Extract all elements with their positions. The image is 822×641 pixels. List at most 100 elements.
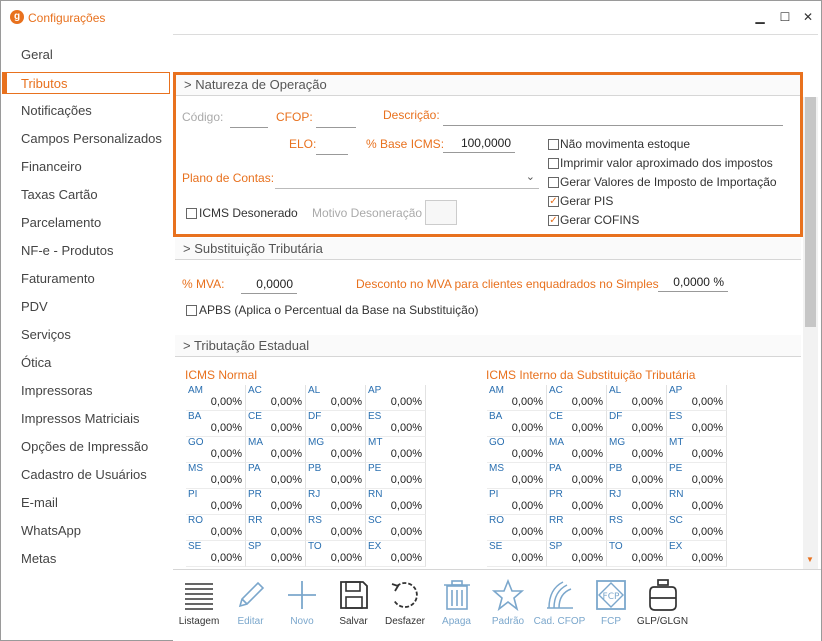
- sidebar-item-faturamento[interactable]: Faturamento: [1, 268, 169, 290]
- option-checkbox-1[interactable]: [548, 158, 559, 169]
- sidebar-item-tributos[interactable]: Tributos: [2, 72, 170, 94]
- option-checkbox-4[interactable]: ✓: [548, 215, 559, 226]
- icms-cell-ma[interactable]: MA 0,00%: [246, 437, 306, 463]
- mva-input[interactable]: 0,0000: [241, 276, 297, 294]
- icms-cell-ms[interactable]: MS 0,00%: [487, 463, 547, 489]
- icms-cell-ba[interactable]: BA 0,00%: [186, 411, 246, 437]
- icms-cell-es[interactable]: ES 0,00%: [667, 411, 727, 437]
- sidebar-item-otica[interactable]: Ótica: [1, 352, 169, 374]
- icms-cell-df[interactable]: DF 0,00%: [607, 411, 667, 437]
- icms-cell-ro[interactable]: RO 0,00%: [186, 515, 246, 541]
- sidebar-item-campos-personalizados[interactable]: Campos Personalizados: [1, 128, 169, 150]
- plano-contas-select[interactable]: ⌄: [275, 167, 539, 189]
- icms-cell-rr[interactable]: RR 0,00%: [547, 515, 607, 541]
- minimize-button[interactable]: ▁: [751, 8, 769, 26]
- substituicao-section-header[interactable]: > Substituição Tributária: [175, 238, 801, 260]
- icms-cell-al[interactable]: AL 0,00%: [306, 385, 366, 411]
- icms-cell-rs[interactable]: RS 0,00%: [607, 515, 667, 541]
- icms-cell-pb[interactable]: PB 0,00%: [607, 463, 667, 489]
- editar-button[interactable]: Editar: [225, 574, 277, 636]
- icms-cell-sc[interactable]: SC 0,00%: [667, 515, 727, 541]
- icms-cell-se[interactable]: SE 0,00%: [487, 541, 547, 567]
- icms-cell-rn[interactable]: RN 0,00%: [366, 489, 426, 515]
- novo-button[interactable]: Novo: [276, 574, 328, 636]
- elo-input[interactable]: [316, 137, 348, 155]
- padr-o-button[interactable]: Padrão: [482, 574, 534, 636]
- icms-cell-al[interactable]: AL 0,00%: [607, 385, 667, 411]
- sidebar-item-notificacoes[interactable]: Notificações: [1, 100, 169, 122]
- icms-cell-pi[interactable]: PI 0,00%: [487, 489, 547, 515]
- icms-cell-mg[interactable]: MG 0,00%: [306, 437, 366, 463]
- icms-cell-sc[interactable]: SC 0,00%: [366, 515, 426, 541]
- icms-cell-rn[interactable]: RN 0,00%: [667, 489, 727, 515]
- icms-cell-ba[interactable]: BA 0,00%: [487, 411, 547, 437]
- icms-cell-df[interactable]: DF 0,00%: [306, 411, 366, 437]
- sidebar-item-opcoes-de-impressao[interactable]: Opções de Impressão: [1, 436, 169, 458]
- icms-cell-pa[interactable]: PA 0,00%: [547, 463, 607, 489]
- icms-cell-to[interactable]: TO 0,00%: [306, 541, 366, 567]
- icms-cell-sp[interactable]: SP 0,00%: [547, 541, 607, 567]
- base-icms-input[interactable]: 100,0000: [443, 135, 515, 153]
- icms-cell-ce[interactable]: CE 0,00%: [547, 411, 607, 437]
- listagem-button[interactable]: Listagem: [173, 574, 225, 636]
- icms-cell-pb[interactable]: PB 0,00%: [306, 463, 366, 489]
- icms-cell-mg[interactable]: MG 0,00%: [607, 437, 667, 463]
- icms-cell-ac[interactable]: AC 0,00%: [246, 385, 306, 411]
- option-checkbox-0[interactable]: [548, 139, 559, 150]
- apbs-checkbox[interactable]: [186, 305, 197, 316]
- icms-cell-ap[interactable]: AP 0,00%: [667, 385, 727, 411]
- icms-cell-es[interactable]: ES 0,00%: [366, 411, 426, 437]
- icms-cell-go[interactable]: GO 0,00%: [487, 437, 547, 463]
- icms-cell-sp[interactable]: SP 0,00%: [246, 541, 306, 567]
- scroll-down-arrow-icon[interactable]: ▼: [806, 555, 814, 564]
- codigo-input[interactable]: [230, 110, 268, 128]
- icms-cell-rr[interactable]: RR 0,00%: [246, 515, 306, 541]
- option-checkbox-2[interactable]: [548, 177, 559, 188]
- sidebar-item-pdv[interactable]: PDV: [1, 296, 169, 318]
- icms-cell-pe[interactable]: PE 0,00%: [667, 463, 727, 489]
- sidebar-item-metas[interactable]: Metas: [1, 548, 169, 570]
- salvar-button[interactable]: Salvar: [328, 574, 380, 636]
- motivo-desoneracao-input[interactable]: [425, 200, 457, 225]
- icms-cell-go[interactable]: GO 0,00%: [186, 437, 246, 463]
- cad-cfop-button[interactable]: Cad. CFOP: [534, 574, 586, 636]
- apaga-button[interactable]: Apaga: [431, 574, 483, 636]
- icms-desonerado-checkbox[interactable]: [186, 208, 197, 219]
- icms-cell-ro[interactable]: RO 0,00%: [487, 515, 547, 541]
- sidebar-item-financeiro[interactable]: Financeiro: [1, 156, 169, 178]
- sidebar-item-nf-e-produtos[interactable]: NF-e - Produtos: [1, 240, 169, 262]
- icms-cell-pe[interactable]: PE 0,00%: [366, 463, 426, 489]
- icms-cell-to[interactable]: TO 0,00%: [607, 541, 667, 567]
- desfazer-button[interactable]: Desfazer: [379, 574, 431, 636]
- sidebar-item-impressoras[interactable]: Impressoras: [1, 380, 169, 402]
- scrollbar-thumb[interactable]: [805, 97, 816, 327]
- sidebar-item-parcelamento[interactable]: Parcelamento: [1, 212, 169, 234]
- sidebar-item-cadastro-de-usuarios[interactable]: Cadastro de Usuários: [1, 464, 169, 486]
- icms-cell-pa[interactable]: PA 0,00%: [246, 463, 306, 489]
- icms-cell-ms[interactable]: MS 0,00%: [186, 463, 246, 489]
- icms-cell-mt[interactable]: MT 0,00%: [667, 437, 727, 463]
- icms-cell-pr[interactable]: PR 0,00%: [246, 489, 306, 515]
- sidebar-item-taxas-cartao[interactable]: Taxas Cartão: [1, 184, 169, 206]
- sidebar-item-e-mail[interactable]: E-mail: [1, 492, 169, 514]
- vertical-scrollbar[interactable]: ▼: [803, 97, 818, 569]
- fcp-button[interactable]: FCP FCP: [585, 574, 637, 636]
- icms-cell-ma[interactable]: MA 0,00%: [547, 437, 607, 463]
- icms-cell-pi[interactable]: PI 0,00%: [186, 489, 246, 515]
- desconto-mva-input[interactable]: 0,0000 %: [658, 274, 728, 292]
- icms-cell-rs[interactable]: RS 0,00%: [306, 515, 366, 541]
- sidebar-item-servicos[interactable]: Serviços: [1, 324, 169, 346]
- glp-glgn-button[interactable]: GLP/GLGN: [637, 574, 689, 636]
- maximize-button[interactable]: ☐: [776, 8, 794, 26]
- estadual-section-header[interactable]: > Tributação Estadual: [175, 335, 801, 357]
- icms-cell-ac[interactable]: AC 0,00%: [547, 385, 607, 411]
- icms-cell-ex[interactable]: EX 0,00%: [667, 541, 727, 567]
- icms-cell-ap[interactable]: AP 0,00%: [366, 385, 426, 411]
- close-button[interactable]: ✕: [799, 8, 817, 26]
- icms-cell-ex[interactable]: EX 0,00%: [366, 541, 426, 567]
- option-checkbox-3[interactable]: ✓: [548, 196, 559, 207]
- descricao-input[interactable]: [443, 108, 783, 126]
- icms-cell-se[interactable]: SE 0,00%: [186, 541, 246, 567]
- cfop-input[interactable]: [316, 110, 356, 128]
- sidebar-item-impressos-matriciais[interactable]: Impressos Matriciais: [1, 408, 169, 430]
